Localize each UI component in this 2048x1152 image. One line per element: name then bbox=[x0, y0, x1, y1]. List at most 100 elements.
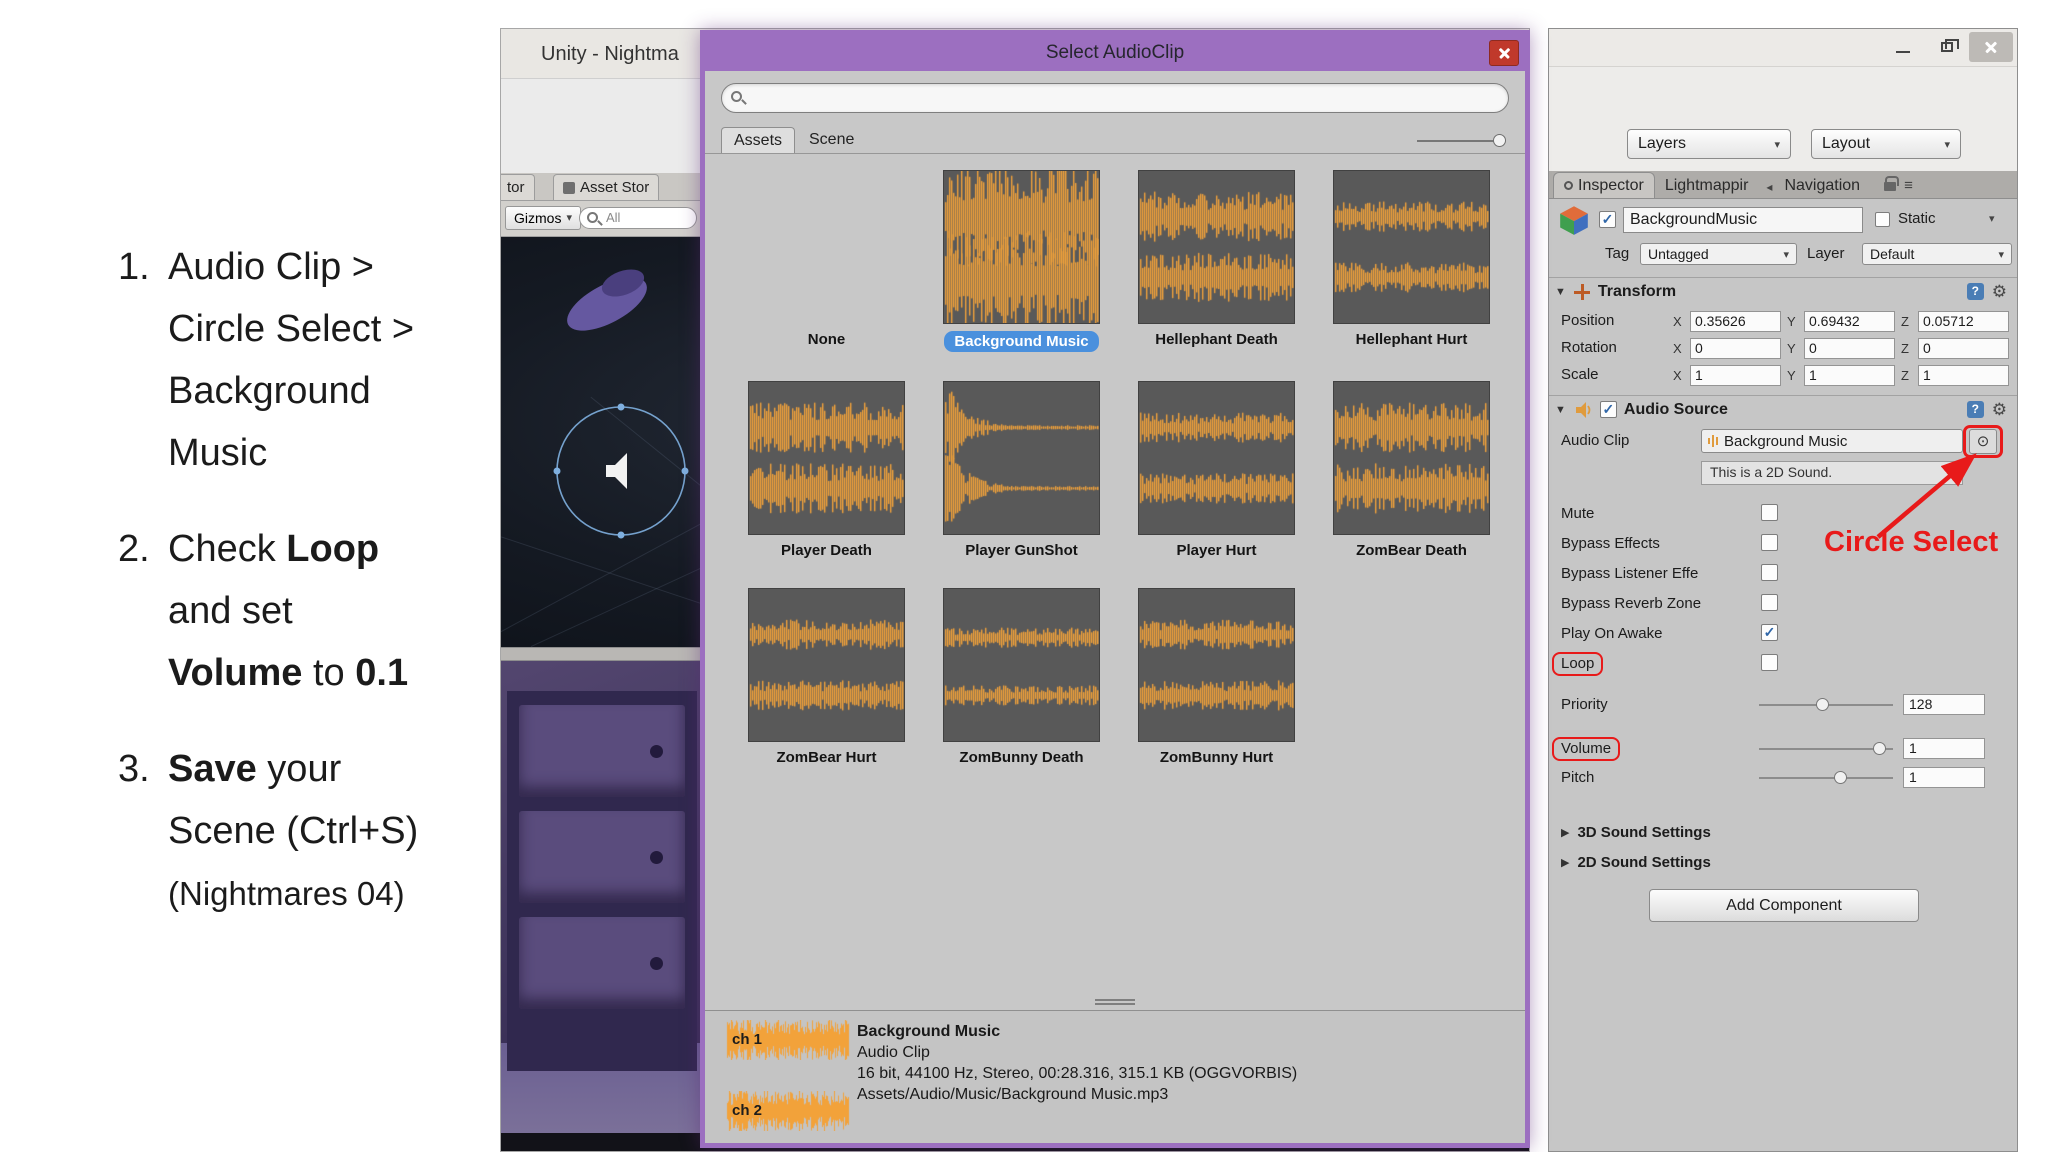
slider-handle[interactable] bbox=[1493, 134, 1506, 147]
slider-track[interactable] bbox=[1759, 698, 1893, 711]
gameobject-active-checkbox[interactable]: ✓ bbox=[1599, 211, 1616, 228]
audioclip-item[interactable]: Player Death bbox=[748, 381, 905, 559]
preview-resize-handle[interactable] bbox=[1095, 997, 1135, 1007]
axis-value-field[interactable]: 0.05712 bbox=[1918, 311, 2009, 332]
tab-scroll-arrow-icon[interactable]: ◂ bbox=[1766, 180, 1772, 194]
waveform-thumbnail[interactable] bbox=[748, 381, 905, 535]
audioclip-item[interactable]: Background Music bbox=[943, 170, 1100, 352]
dialog-titlebar[interactable]: Select AudioClip bbox=[705, 35, 1525, 71]
waveform-thumbnail[interactable] bbox=[1333, 381, 1490, 535]
restore-button[interactable] bbox=[1925, 32, 1969, 62]
waveform-thumbnail[interactable] bbox=[943, 170, 1100, 324]
property-checkbox[interactable] bbox=[1761, 594, 1778, 611]
static-checkbox[interactable] bbox=[1875, 212, 1890, 227]
scene-search-field[interactable]: All bbox=[579, 207, 697, 229]
tab-fragment[interactable]: tor bbox=[501, 174, 535, 200]
audioclip-item[interactable]: Player GunShot bbox=[943, 381, 1100, 559]
axis-value-field[interactable]: 1 bbox=[1690, 365, 1781, 386]
axis-value-field[interactable]: 1 bbox=[1804, 365, 1895, 386]
tab-assets[interactable]: Assets bbox=[721, 127, 796, 153]
tab-menu-icon[interactable]: ≡ bbox=[1904, 177, 1913, 194]
audioclip-label: Background Music bbox=[944, 331, 1099, 352]
sound-settings-fold[interactable]: ▶ 3D Sound Settings bbox=[1561, 820, 1711, 844]
waveform-thumbnail[interactable] bbox=[748, 588, 905, 742]
slider-handle[interactable] bbox=[1816, 698, 1829, 711]
fold-label: 3D Sound Settings bbox=[1577, 823, 1711, 841]
axis-fields: X 0.35626 Y 0.69432 Z 0.05712 bbox=[1673, 309, 2009, 334]
dialog-close-button[interactable] bbox=[1489, 40, 1519, 66]
gear-icon[interactable]: ⚙ bbox=[1992, 282, 2007, 302]
layers-dropdown[interactable]: Layers ▾ bbox=[1627, 129, 1791, 159]
axis-value-field[interactable]: 0.69432 bbox=[1804, 311, 1895, 332]
waveform-canvas bbox=[944, 589, 1099, 741]
audioclip-item[interactable]: ZomBunny Hurt bbox=[1138, 588, 1295, 766]
audio-source-component-header[interactable]: ▼ ✓ Audio Source ? ⚙ bbox=[1549, 395, 2017, 423]
transform-component-header[interactable]: ▼ Transform ? ⚙ bbox=[1549, 277, 2017, 305]
audioclip-label: ZomBunny Death bbox=[959, 749, 1084, 766]
slider-handle[interactable] bbox=[1834, 771, 1847, 784]
slider-track[interactable] bbox=[1759, 742, 1893, 755]
minimize-button[interactable] bbox=[1881, 32, 1925, 62]
audioclip-item[interactable]: ZomBunny Death bbox=[943, 588, 1100, 766]
audio-source-enabled-checkbox[interactable]: ✓ bbox=[1599, 401, 1617, 418]
layout-dropdown[interactable]: Layout ▾ bbox=[1811, 129, 1961, 159]
fold-open-icon[interactable]: ▼ bbox=[1555, 286, 1566, 298]
slider-value-field[interactable]: 128 bbox=[1903, 694, 1985, 715]
axis-label: Y bbox=[1787, 314, 1796, 329]
close-button[interactable] bbox=[1969, 32, 2013, 62]
tab-scene[interactable]: Scene bbox=[797, 127, 866, 153]
slider-handle[interactable] bbox=[1873, 742, 1886, 755]
tab-navigation[interactable]: Navigation bbox=[1774, 172, 1870, 198]
tab-asset-store[interactable]: Asset Stor bbox=[553, 174, 660, 200]
dropdown-arrow-icon: ▾ bbox=[1783, 248, 1789, 261]
audioclip-item[interactable]: ZomBear Death bbox=[1333, 381, 1490, 559]
waveform-thumbnail[interactable] bbox=[943, 588, 1100, 742]
layer-dropdown[interactable]: Default ▾ bbox=[1862, 243, 2012, 265]
audioclip-item[interactable]: Player Hurt bbox=[1138, 381, 1295, 559]
lock-icon[interactable] bbox=[1884, 176, 1900, 191]
audio-clip-object-field[interactable]: Background Music bbox=[1701, 429, 1963, 453]
waveform-thumbnail[interactable] bbox=[1138, 170, 1295, 324]
waveform-thumbnail[interactable] bbox=[1333, 170, 1490, 324]
add-component-button[interactable]: Add Component bbox=[1649, 889, 1919, 922]
tab-inspector[interactable]: Inspector bbox=[1553, 172, 1655, 198]
audioclip-item[interactable]: Hellephant Hurt bbox=[1333, 170, 1490, 352]
property-checkbox[interactable] bbox=[1761, 654, 1778, 671]
audioclip-item[interactable]: ZomBear Hurt bbox=[748, 588, 905, 766]
axis-value-field[interactable]: 0 bbox=[1804, 338, 1895, 359]
gear-icon[interactable]: ⚙ bbox=[1992, 400, 2007, 420]
property-checkbox[interactable]: ✓ bbox=[1761, 624, 1778, 641]
dropdown-arrow-icon: ▾ bbox=[1774, 138, 1780, 151]
property-checkbox[interactable] bbox=[1761, 504, 1778, 521]
axis-value-field[interactable]: 0 bbox=[1690, 338, 1781, 359]
axis-value-field[interactable]: 0.35626 bbox=[1690, 311, 1781, 332]
transform-row: Rotation X 0 Y 0 Z 0 bbox=[1549, 336, 2017, 361]
static-dropdown-arrow-icon[interactable]: ▾ bbox=[1989, 212, 1995, 225]
help-icon[interactable]: ? bbox=[1966, 283, 1984, 300]
tab-lightmapping[interactable]: Lightmappir bbox=[1655, 172, 1759, 198]
dialog-search-input[interactable] bbox=[721, 83, 1509, 113]
audio-source-gizmo-icon[interactable] bbox=[551, 401, 691, 541]
tag-dropdown[interactable]: Untagged ▾ bbox=[1640, 243, 1797, 265]
gizmos-dropdown[interactable]: Gizmos ▾ bbox=[505, 206, 581, 230]
axis-value-field[interactable]: 1 bbox=[1918, 365, 2009, 386]
none-thumbnail[interactable] bbox=[748, 170, 905, 324]
waveform-thumbnail[interactable] bbox=[1138, 381, 1295, 535]
gameobject-name-field[interactable]: BackgroundMusic bbox=[1623, 207, 1863, 233]
audioclip-item[interactable]: None bbox=[748, 170, 905, 352]
annotation-circle-select-box bbox=[1963, 425, 2003, 458]
sound-settings-fold[interactable]: ▶ 2D Sound Settings bbox=[1561, 850, 1711, 874]
slider-value-field[interactable]: 1 bbox=[1903, 767, 1985, 788]
axis-value-field[interactable]: 0 bbox=[1918, 338, 2009, 359]
waveform-thumbnail[interactable] bbox=[943, 381, 1100, 535]
waveform-thumbnail[interactable] bbox=[1138, 588, 1295, 742]
property-checkbox[interactable] bbox=[1761, 534, 1778, 551]
help-icon[interactable]: ? bbox=[1966, 401, 1984, 418]
property-checkbox[interactable] bbox=[1761, 564, 1778, 581]
thumbnail-size-slider[interactable] bbox=[1417, 131, 1509, 151]
fold-open-icon[interactable]: ▼ bbox=[1555, 404, 1566, 416]
slider-track[interactable] bbox=[1759, 771, 1893, 784]
slider-value-field[interactable]: 1 bbox=[1903, 738, 1985, 759]
audio-clip-value: Background Music bbox=[1724, 432, 1848, 450]
audioclip-item[interactable]: Hellephant Death bbox=[1138, 170, 1295, 352]
